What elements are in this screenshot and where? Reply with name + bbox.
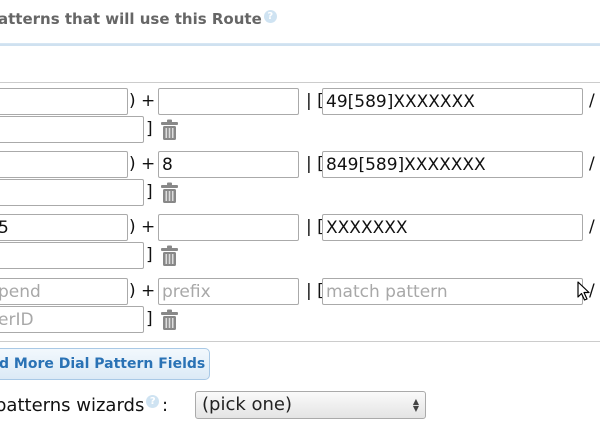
dial-patterns-wizards-label: patterns wizards? bbox=[0, 395, 160, 416]
prefix-input[interactable] bbox=[158, 88, 299, 115]
slash-symbol: / bbox=[589, 91, 595, 111]
prefix-input[interactable] bbox=[158, 278, 299, 305]
match-pattern-input[interactable] bbox=[322, 214, 583, 241]
match-pattern-input[interactable] bbox=[322, 88, 583, 115]
mouse-pointer-icon bbox=[577, 281, 590, 301]
match-pattern-input[interactable] bbox=[322, 151, 583, 178]
divider bbox=[0, 82, 600, 83]
close-bracket-symbol: ] bbox=[146, 119, 153, 139]
callerid-input[interactable] bbox=[0, 242, 144, 269]
wizards-label-text: patterns wizards bbox=[0, 395, 145, 416]
add-more-dial-pattern-fields-button[interactable]: dd More Dial Pattern Fields bbox=[0, 348, 210, 380]
slash-symbol: / bbox=[589, 154, 595, 174]
trash-icon[interactable] bbox=[160, 245, 179, 267]
divider bbox=[0, 341, 600, 342]
help-icon[interactable]: ? bbox=[146, 395, 160, 408]
plus-symbol: ) + bbox=[129, 154, 156, 174]
prepend-input[interactable] bbox=[0, 88, 128, 115]
section-title-text: atterns that will use this Route bbox=[0, 10, 262, 28]
match-pattern-input[interactable] bbox=[322, 278, 583, 305]
plus-symbol: ) + bbox=[129, 91, 156, 111]
close-bracket-symbol: ] bbox=[146, 182, 153, 202]
plus-symbol: ) + bbox=[129, 217, 156, 237]
prepend-input[interactable] bbox=[0, 214, 128, 241]
dial-pattern-row: ) + | [ / ] bbox=[0, 214, 600, 278]
dial-pattern-row: ) + | [ / ] bbox=[0, 88, 600, 152]
outbound-route-dial-patterns-page: atterns that will use this Route? ) + | … bbox=[0, 0, 600, 444]
plus-symbol: ) + bbox=[129, 281, 156, 301]
dial-pattern-row: ) + | [ / ] bbox=[0, 278, 600, 342]
up-down-arrows-icon: ▲ ▼ bbox=[412, 397, 419, 413]
trash-icon[interactable] bbox=[160, 309, 179, 331]
close-bracket-symbol: ] bbox=[146, 245, 153, 265]
close-bracket-symbol: ] bbox=[146, 309, 153, 329]
callerid-input[interactable] bbox=[0, 179, 144, 206]
prefix-input[interactable] bbox=[158, 151, 299, 178]
callerid-input[interactable] bbox=[0, 116, 144, 143]
trash-icon[interactable] bbox=[160, 119, 179, 141]
prepend-input[interactable] bbox=[0, 151, 128, 178]
section-title-divider bbox=[0, 43, 600, 46]
slash-symbol: / bbox=[589, 217, 595, 237]
help-icon[interactable]: ? bbox=[263, 10, 277, 23]
section-title: atterns that will use this Route? bbox=[0, 10, 277, 28]
dial-pattern-row: ) + | [ / ] bbox=[0, 151, 600, 215]
wizards-select-value: (pick one) bbox=[202, 394, 293, 415]
wizards-select[interactable]: (pick one) ▲ ▼ bbox=[195, 391, 426, 419]
prepend-input[interactable] bbox=[0, 278, 128, 305]
trash-icon[interactable] bbox=[160, 182, 179, 204]
colon: : bbox=[162, 395, 169, 416]
callerid-input[interactable] bbox=[0, 306, 144, 333]
prefix-input[interactable] bbox=[158, 214, 299, 241]
